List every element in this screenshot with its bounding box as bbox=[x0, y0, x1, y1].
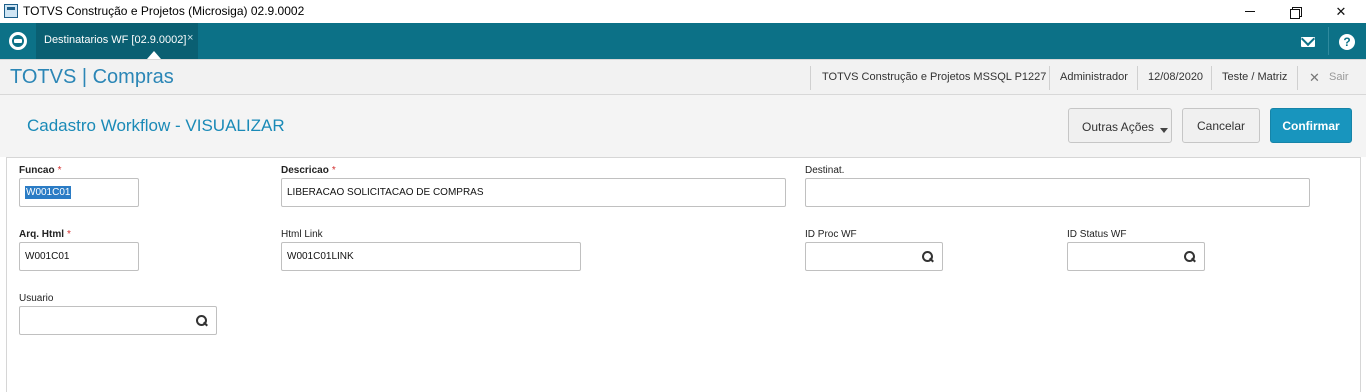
search-icon[interactable] bbox=[1184, 251, 1196, 263]
divider bbox=[1137, 66, 1138, 90]
id-status-wf-field[interactable] bbox=[1067, 242, 1205, 271]
divider bbox=[1297, 66, 1298, 90]
destinat-field[interactable] bbox=[805, 178, 1310, 207]
user-name: Administrador bbox=[1060, 71, 1128, 83]
cancel-button[interactable]: Cancelar bbox=[1182, 108, 1260, 143]
other-actions-button[interactable]: Outras Ações bbox=[1068, 108, 1172, 143]
restore-icon bbox=[1290, 6, 1302, 19]
form-panel: Funcao * W001C01 Descricao * LIBERACAO SOL… bbox=[6, 157, 1361, 392]
exit-label: Sair bbox=[1329, 71, 1349, 83]
exit-button[interactable]: ✕ Sair bbox=[1309, 70, 1349, 85]
close-icon: ✕ bbox=[1309, 70, 1320, 85]
tab-close-icon[interactable]: × bbox=[187, 32, 193, 44]
window-title: TOTVS Construção e Projetos (Microsiga) … bbox=[23, 4, 305, 18]
mail-icon[interactable] bbox=[1301, 37, 1315, 47]
descricao-field[interactable]: LIBERACAO SOLICITACAO DE COMPRAS bbox=[281, 178, 786, 207]
database-date: 12/08/2020 bbox=[1148, 71, 1204, 83]
module-header: TOTVS | Compras TOTVS Construção e Proje… bbox=[0, 59, 1366, 95]
divider bbox=[1211, 66, 1212, 90]
funcao-label: Funcao * bbox=[19, 165, 61, 176]
id-proc-wf-label: ID Proc WF bbox=[805, 229, 857, 240]
search-icon[interactable] bbox=[922, 251, 934, 263]
help-icon[interactable]: ? bbox=[1339, 34, 1355, 50]
confirm-button[interactable]: Confirmar bbox=[1270, 108, 1352, 143]
form-toolbar: Cadastro Workflow - VISUALIZAR Outras Aç… bbox=[0, 95, 1366, 157]
divider bbox=[1328, 27, 1329, 55]
restore-button[interactable] bbox=[1272, 0, 1318, 23]
divider bbox=[1049, 66, 1050, 90]
arq-html-label: Arq. Html * bbox=[19, 229, 71, 240]
active-tab-indicator bbox=[147, 51, 161, 59]
window-titlebar: TOTVS Construção e Projetos (Microsiga) … bbox=[0, 0, 1366, 23]
module-title: TOTVS | Compras bbox=[10, 66, 174, 88]
company-environment: TOTVS Construção e Projetos MSSQL P1227 bbox=[822, 71, 1047, 83]
required-marker: * bbox=[67, 229, 71, 240]
divider bbox=[810, 66, 811, 90]
funcao-field[interactable]: W001C01 bbox=[19, 178, 139, 207]
other-actions-label: Outras Ações bbox=[1082, 120, 1155, 134]
chevron-down-icon bbox=[1160, 128, 1168, 133]
app-window-icon bbox=[4, 4, 18, 18]
descricao-label-text: Descricao bbox=[281, 165, 329, 176]
tab-label: Destinatarios WF [02.9.0002] bbox=[44, 34, 187, 46]
usuario-label: Usuario bbox=[19, 293, 54, 304]
search-icon[interactable] bbox=[196, 315, 208, 327]
app-bar: Destinatarios WF [02.9.0002] × ? bbox=[0, 23, 1366, 59]
window-close-button[interactable]: ✕ bbox=[1318, 0, 1364, 23]
minimize-button[interactable] bbox=[1227, 0, 1273, 23]
required-marker: * bbox=[57, 165, 62, 176]
page-title: Cadastro Workflow - VISUALIZAR bbox=[27, 116, 285, 135]
close-icon: ✕ bbox=[1335, 3, 1347, 19]
funcao-label-text: Funcao bbox=[19, 165, 55, 176]
destinat-label: Destinat. bbox=[805, 165, 845, 176]
html-link-field[interactable]: W001C01LINK bbox=[281, 242, 581, 271]
tab-destinatarios-wf[interactable]: Destinatarios WF [02.9.0002] × bbox=[36, 23, 198, 59]
minimize-icon bbox=[1245, 11, 1255, 12]
required-marker: * bbox=[331, 165, 336, 176]
id-proc-wf-field[interactable] bbox=[805, 242, 943, 271]
funcao-value: W001C01 bbox=[25, 186, 72, 199]
html-link-label: Html Link bbox=[281, 229, 323, 240]
totvs-logo-icon[interactable] bbox=[9, 32, 27, 50]
id-status-wf-label: ID Status WF bbox=[1067, 229, 1127, 240]
descricao-label: Descricao * bbox=[281, 165, 336, 176]
arq-html-field[interactable]: W001C01 bbox=[19, 242, 139, 271]
arq-html-label-text: Arq. Html bbox=[19, 229, 64, 240]
usuario-field[interactable] bbox=[19, 306, 217, 335]
branch-name: Teste / Matriz bbox=[1222, 71, 1288, 83]
